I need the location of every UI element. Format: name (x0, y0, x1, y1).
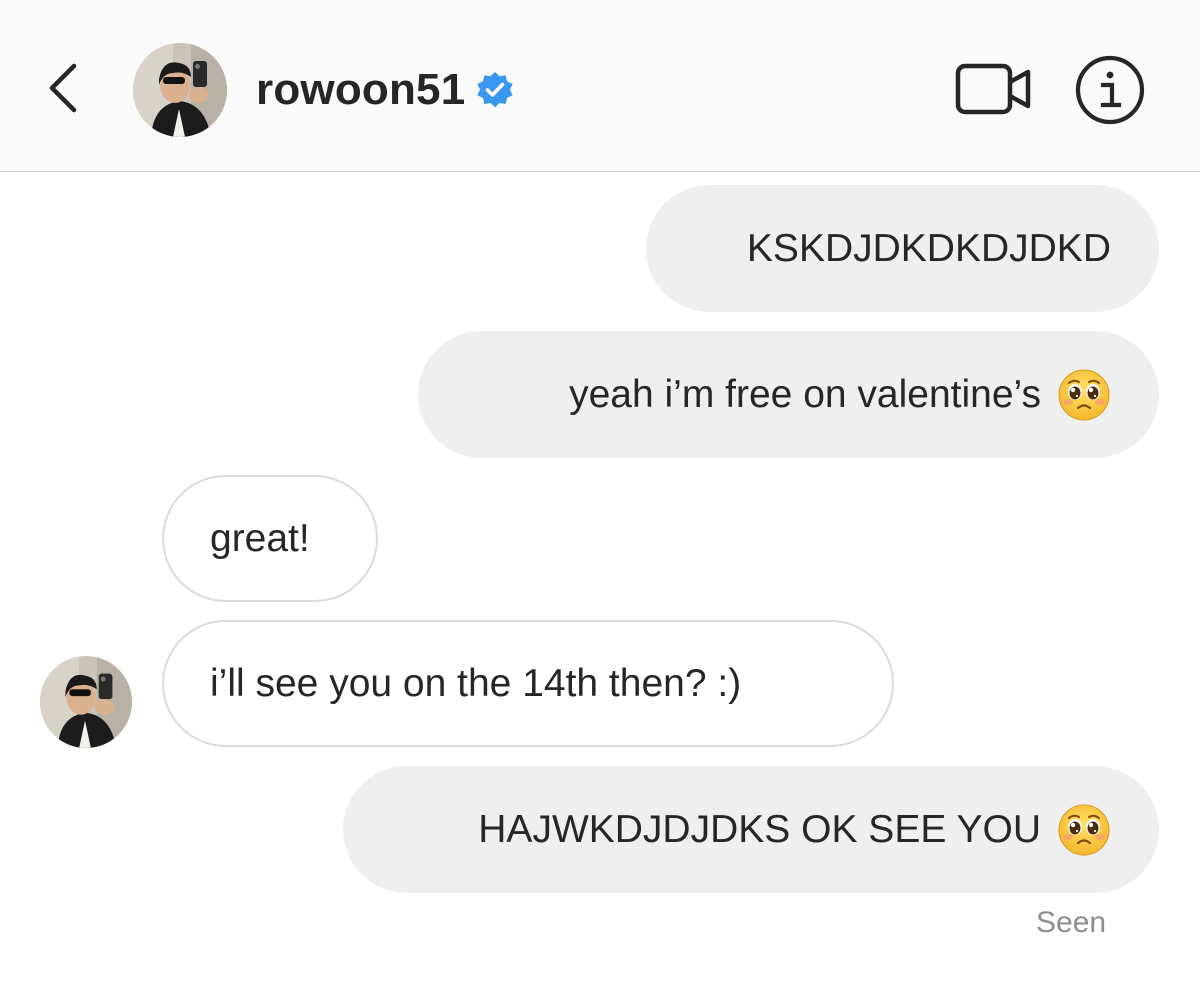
incoming-message-bubble[interactable]: great! (162, 475, 378, 602)
profile-avatar[interactable] (133, 43, 227, 137)
username-container[interactable]: rowoon51 (256, 62, 515, 118)
pleading-face-emoji-icon (1057, 368, 1111, 422)
outgoing-message-bubble[interactable]: yeah i’m free on valentine’s (418, 331, 1159, 458)
username[interactable]: rowoon51 (256, 65, 465, 115)
pleading-face-emoji-icon (1057, 803, 1111, 857)
back-chevron-icon[interactable] (40, 58, 88, 118)
outgoing-message-bubble[interactable]: HAJWKDJDJDKS OK SEE YOU (343, 766, 1159, 893)
chat-header: rowoon51 (0, 0, 1200, 172)
incoming-message-bubble[interactable]: i’ll see you on the 14th then? :) (162, 620, 894, 747)
message-text: yeah i’m free on valentine’s (569, 372, 1041, 416)
outgoing-message-bubble[interactable]: KSKDJDKDKDJDKD (646, 185, 1159, 312)
seen-status: Seen (1036, 906, 1107, 939)
message-text: HAJWKDJDJDKS OK SEE YOU (478, 807, 1041, 851)
message-text: i’ll see you on the 14th then? :) (210, 661, 742, 705)
message-text: KSKDJDKDKDJDKD (746, 226, 1111, 270)
info-icon[interactable] (1074, 54, 1146, 126)
message-text: great! (210, 516, 310, 560)
sender-avatar[interactable] (40, 656, 132, 748)
verified-badge-icon (477, 72, 514, 108)
video-call-icon[interactable] (955, 61, 1033, 117)
